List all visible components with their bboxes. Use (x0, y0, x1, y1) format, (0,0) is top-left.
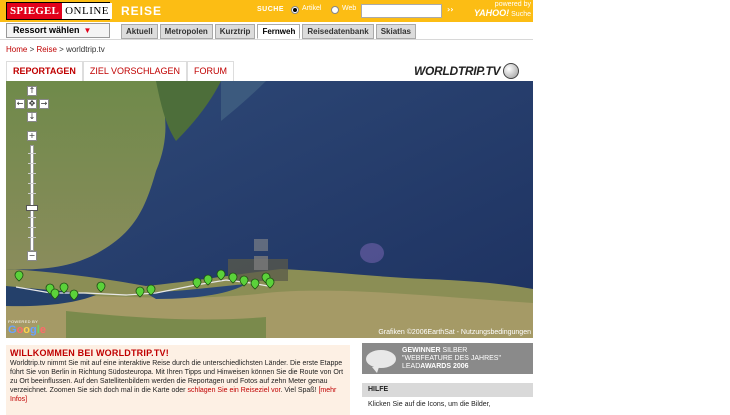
radio-artikel[interactable] (291, 6, 299, 14)
route-marker[interactable] (203, 274, 213, 286)
tab-metropolen[interactable]: Metropolen (159, 24, 213, 39)
yahoo-powered-logo: powered by YAHOO! Suche (465, 1, 531, 19)
breadcrumb-sep: > (59, 45, 64, 54)
route-marker[interactable] (265, 277, 275, 289)
sub-navigation: Ressort wählen ▼ Aktuell Metropolen Kurzt… (0, 22, 533, 40)
tab-skiatlas[interactable]: Skiatlas (375, 24, 416, 39)
welcome-text-end: . Viel Spaß! (280, 387, 317, 394)
route-marker[interactable] (228, 272, 238, 284)
zoom-tick (28, 193, 36, 194)
dropdown-triangle-icon: ▼ (83, 26, 92, 35)
pan-right-icon[interactable]: → (39, 99, 49, 109)
help-header: HILFE (362, 383, 533, 397)
zoom-tick (28, 237, 36, 238)
zoom-out-icon[interactable]: − (27, 251, 37, 261)
content-tabs: REPORTAGEN ZIEL VORSCHLAGEN FORUM (6, 61, 235, 81)
radio-artikel-label: Artikel (302, 5, 322, 12)
globe-icon (503, 63, 520, 79)
award-lead: LEAD (402, 362, 421, 370)
section-title[interactable]: REISE (121, 4, 162, 18)
pan-left-icon[interactable]: ← (15, 99, 25, 109)
zoom-tick (28, 217, 36, 218)
zoom-tick (28, 173, 36, 174)
route-marker[interactable] (216, 269, 226, 281)
ressort-label: Ressort wählen (13, 25, 80, 35)
zoom-tick (28, 227, 36, 228)
tab-forum[interactable]: FORUM (187, 61, 235, 81)
award-silver: SILBER (440, 346, 468, 354)
search-input[interactable] (361, 4, 442, 18)
award-text: GEWINNER SILBER "WEBFEATURE DES JAHRES" … (402, 347, 501, 371)
brand-spiegel: SPIEGEL (7, 3, 63, 19)
map-credit[interactable]: Grafiken ©2006EarthSat - Nutzungsbedingu… (378, 329, 531, 336)
google-logo: Google (8, 324, 46, 336)
route-marker[interactable] (69, 289, 79, 301)
zoom-tick (28, 163, 36, 164)
zoom-slider[interactable] (30, 145, 34, 251)
award-banner[interactable]: GEWINNER SILBER "WEBFEATURE DES JAHRES" … (362, 343, 533, 374)
route-marker[interactable] (14, 270, 24, 282)
pan-down-icon[interactable]: ↓ (27, 112, 37, 122)
pan-center-icon[interactable]: ✥ (27, 99, 37, 109)
section-tabs: Aktuell Metropolen Kurztrip Fernweh Reis… (121, 24, 416, 39)
route-marker[interactable] (250, 278, 260, 290)
speech-bubble-icon (366, 349, 396, 373)
satellite-map[interactable]: ↑ ← ✥ → ↓ + − POWERED BY Google Grafiken… (6, 81, 533, 338)
award-year: AWARDS 2006 (420, 362, 469, 370)
tab-aktuell[interactable]: Aktuell (121, 24, 158, 39)
search-label: SUCHE (257, 6, 285, 13)
worldtrip-logo-text: WORLDTRIP.TV (414, 64, 501, 78)
route-markers (14, 269, 275, 301)
radio-web-label: Web (342, 5, 357, 12)
welcome-box: WILLKOMMEN BEI WORLDTRIP.TV! Worldtrip.t… (6, 345, 350, 415)
worldtrip-logo: WORLDTRIP.TV (414, 61, 533, 81)
google-powered-by[interactable]: POWERED BY Google (8, 319, 46, 336)
route-marker[interactable] (96, 281, 106, 293)
route-marker[interactable] (135, 286, 145, 298)
route-marker[interactable] (146, 284, 156, 296)
zoom-tick (28, 153, 36, 154)
brand-online: ONLINE (62, 3, 113, 19)
tab-fernweh[interactable]: Fernweh (257, 24, 301, 39)
suggest-destination-link[interactable]: schlagen Sie ein Reiseziel vor (187, 387, 280, 394)
tab-reisedatenbank[interactable]: Reisedatenbank (302, 24, 374, 39)
route-marker[interactable] (59, 282, 69, 294)
route-marker[interactable] (50, 288, 60, 300)
tab-reportagen[interactable]: REPORTAGEN (6, 61, 83, 81)
yahoo-logo: YAHOO! (473, 8, 510, 18)
award-category: "WEBFEATURE DES JAHRES" (402, 354, 501, 362)
breadcrumb: Home > Reise > worldtrip.tv (6, 45, 105, 54)
breadcrumb-sep: > (29, 45, 35, 54)
welcome-text: Worldtrip.tv nimmt Sie mit auf eine inte… (10, 359, 346, 404)
breadcrumb-current: worldtrip.tv (66, 45, 105, 54)
pan-up-icon[interactable]: ↑ (27, 86, 37, 96)
breadcrumb-home[interactable]: Home (6, 45, 27, 54)
route-marker[interactable] (239, 275, 249, 287)
award-winner: GEWINNER (402, 346, 441, 354)
breadcrumb-reise[interactable]: Reise (36, 45, 56, 54)
radio-web[interactable] (331, 6, 339, 14)
route-marker[interactable] (192, 277, 202, 289)
tab-ziel-vorschlagen[interactable]: ZIEL VORSCHLAGEN (82, 61, 188, 81)
tab-kurztrip[interactable]: Kurztrip (214, 24, 256, 39)
ressort-select[interactable]: Ressort wählen ▼ (6, 23, 110, 38)
help-text: Klicken Sie auf die Icons, um die Bilder… (368, 401, 491, 408)
spiegel-online-logo[interactable]: SPIEGEL ONLINE (6, 2, 113, 20)
suche-text: Suche (511, 11, 531, 18)
search-go-button[interactable]: ›› (447, 5, 454, 14)
top-header: SPIEGEL ONLINE REISE SUCHE Artikel Web ›… (0, 0, 533, 22)
zoom-in-icon[interactable]: + (27, 131, 37, 141)
welcome-title: WILLKOMMEN BEI WORLDTRIP.TV! (10, 348, 169, 358)
page: SPIEGEL ONLINE REISE SUCHE Artikel Web ›… (0, 0, 730, 415)
zoom-tick (28, 183, 36, 184)
zoom-slider-thumb[interactable] (26, 205, 38, 211)
